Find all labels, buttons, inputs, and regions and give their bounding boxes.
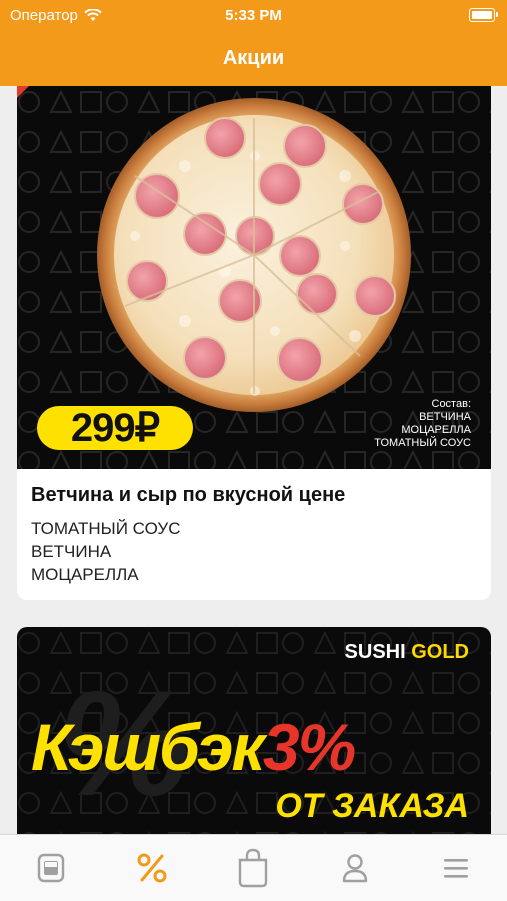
menu-book-icon — [37, 853, 64, 883]
ingredient-item: ВЕТЧИНА — [31, 542, 112, 561]
composition-list: Состав: ВЕТЧИНА МОЦАРЕЛЛА ТОМАТНЫЙ СОУС — [374, 398, 471, 450]
composition-item: ТОМАТНЫЙ СОУС — [374, 437, 471, 449]
composition-item: ВЕТЧИНА — [419, 411, 471, 423]
pizza-image — [97, 98, 411, 412]
promo-title: Ветчина и сыр по вкусной цене — [31, 484, 346, 506]
promo-card-ham-cheese[interactable]: 299₽ Состав: ВЕТЧИНА МОЦАРЕЛЛА ТОМАТНЫЙ … — [17, 86, 491, 600]
ingredient-item: ТОМАТНЫЙ СОУС — [31, 519, 181, 538]
promo-card-body: Ветчина и сыр по вкусной цене ТОМАТНЫЙ С… — [31, 484, 477, 586]
tab-more[interactable] — [426, 843, 486, 893]
cashback-headline: Кэшбэк3% — [31, 709, 356, 785]
tab-profile[interactable] — [325, 843, 385, 893]
hamburger-icon — [444, 859, 469, 878]
tab-promotions[interactable] — [122, 843, 182, 893]
brand-name-part2: GOLD — [411, 641, 469, 663]
composition-item: МОЦАРЕЛЛА — [401, 424, 471, 436]
tab-cart[interactable] — [223, 843, 283, 893]
promo-list[interactable]: 299₽ Состав: ВЕТЧИНА МОЦАРЕЛЛА ТОМАТНЫЙ … — [0, 86, 507, 834]
composition-label: Состав: — [431, 398, 472, 410]
brand-name-part1: SUSHI — [344, 641, 406, 663]
percent-icon — [137, 853, 167, 883]
ingredient-item: МОЦАРЕЛЛА — [31, 565, 139, 584]
price-badge: 299₽ — [37, 406, 193, 450]
status-bar: Оператор 5:33 PM — [0, 0, 507, 30]
battery-icon — [469, 8, 498, 22]
brand-logo: SUSHI GOLD — [345, 641, 469, 664]
cashback-percent: 3% — [262, 710, 356, 784]
cashback-subline: ОТ ЗАКАЗА — [275, 787, 469, 825]
tab-bar — [0, 834, 507, 901]
page-title: Акции — [0, 30, 507, 86]
promo-banner-image: 299₽ Состав: ВЕТЧИНА МОЦАРЕЛЛА ТОМАТНЫЙ … — [17, 86, 491, 469]
tab-menu[interactable] — [21, 843, 81, 893]
profile-icon — [342, 854, 368, 883]
corner-ribbon — [17, 86, 29, 98]
status-time: 5:33 PM — [225, 7, 282, 24]
cart-bag-icon — [239, 848, 268, 888]
cashback-word: Кэшбэк — [31, 710, 265, 784]
promo-card-cashback[interactable]: % SUSHI GOLD Кэшбэк3% ОТ ЗАКАЗА — [17, 627, 491, 834]
